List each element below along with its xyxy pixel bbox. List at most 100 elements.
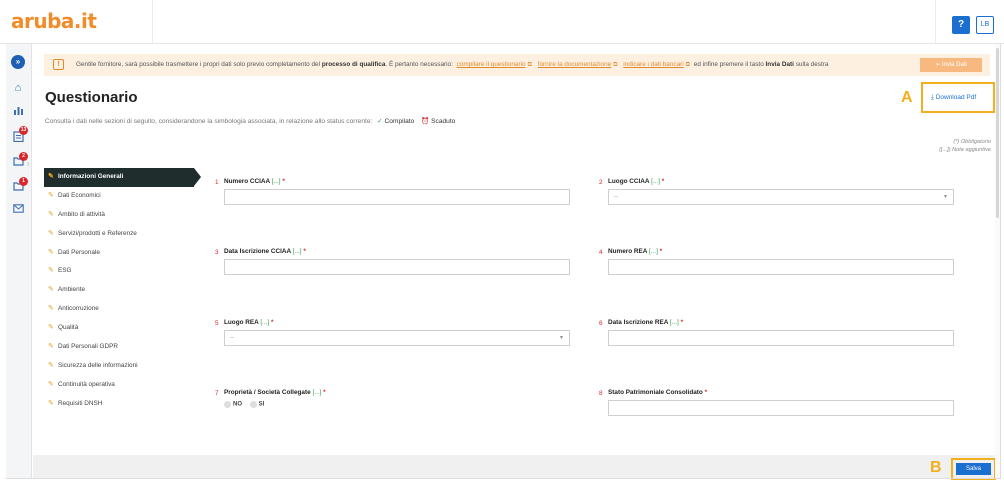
nav-item[interactable]: ✎ ESG <box>44 262 204 281</box>
pencil-icon: ✎ <box>48 361 54 369</box>
home-icon[interactable]: ⌂ <box>11 81 25 95</box>
nav-item[interactable]: ✎ Continuità operativa <box>44 376 204 395</box>
notice-text: Gentile fornitore, sarà possibile trasme… <box>76 61 829 68</box>
page-subtitle: Consulta i dati nelle sezioni di seguito… <box>45 118 456 125</box>
send-icon: ➢ <box>935 62 942 68</box>
pencil-icon: ✎ <box>48 324 54 332</box>
nav-item[interactable]: ✎ Ambito di attività <box>44 206 204 225</box>
alert-icon: ! <box>53 59 64 70</box>
annotation-marker-a: A <box>901 89 913 106</box>
notification-badge: 13 <box>19 126 28 135</box>
field-luogo-cciaa: 2 Luogo CCIAA [...] * -- ▼ <box>599 178 954 205</box>
stato-patrimoniale-input[interactable] <box>608 400 954 416</box>
pencil-icon: ✎ <box>48 399 54 407</box>
help-button[interactable]: ? <box>952 16 970 34</box>
provide-documents-link[interactable]: fornire la documentazione <box>538 61 612 68</box>
download-pdf-button[interactable]: ⤓ Download Pdf <box>931 94 976 102</box>
pencil-icon: ✎ <box>48 380 54 388</box>
nav-item-label: ESG <box>58 267 72 275</box>
aruba-logo[interactable]: aruba.it <box>11 9 97 33</box>
pencil-icon: ✎ <box>48 286 54 294</box>
nav-item-label: Ambiente <box>58 286 85 294</box>
legend-notes: ([...]) Note aggiuntive <box>939 147 991 153</box>
data-iscrizione-rea-input[interactable] <box>608 330 954 346</box>
nav-item[interactable]: ✎ Qualità <box>44 319 204 338</box>
caret-down-icon: ▼ <box>559 335 564 341</box>
field-luogo-rea: 5 Luogo REA [...] * -- ▼ <box>215 319 570 346</box>
alarm-clock-icon: ⏰ <box>421 118 430 125</box>
pencil-icon: ✎ <box>48 210 54 218</box>
nav-item[interactable]: ✎ Servizi/prodotti e Referenze <box>44 225 204 244</box>
field-data-iscrizione-cciaa: 3 Data Iscrizione CCIAA [...] * <box>215 248 570 275</box>
pencil-icon: ✎ <box>48 343 54 351</box>
mail-icon[interactable] <box>11 203 25 217</box>
nav-item-label: Continuità operativa <box>58 380 115 388</box>
bar-chart-icon[interactable] <box>11 105 25 119</box>
nav-item[interactable]: ✎ Requisiti DNSH <box>44 395 204 414</box>
status-compiled-label: Compilato <box>384 118 415 125</box>
frame-border <box>1000 44 1001 478</box>
pencil-icon: ✎ <box>48 191 54 199</box>
folder-icon[interactable]: 2 <box>11 152 28 170</box>
field-numero-rea: 4 Numero REA [...] * <box>599 248 954 275</box>
nav-item[interactable]: ✎ Dati Personale <box>44 244 204 263</box>
top-bar: aruba.it ? LB <box>0 0 1004 44</box>
luogo-cciaa-select[interactable]: -- ▼ <box>608 189 954 205</box>
nav-item-label: Servizi/prodotti e Referenze <box>58 229 137 237</box>
external-link-icon: ⧉ <box>685 62 690 68</box>
nav-item-label: Anticorruzione <box>58 305 99 313</box>
collegate-radio-group: NO SI <box>224 401 570 411</box>
scrollbar-thumb[interactable] <box>996 48 999 218</box>
notification-badge: 1 <box>19 177 28 186</box>
nav-item-label: Requisiti DNSH <box>58 399 103 407</box>
page-title: Questionario <box>45 89 138 106</box>
qualification-notice: ! Gentile fornitore, sarà possibile tras… <box>44 54 990 76</box>
nav-item[interactable]: ✎ Informazioni Generali <box>44 168 201 187</box>
nav-item[interactable]: ✎ Dati Economici <box>44 187 204 206</box>
numero-rea-input[interactable] <box>608 259 954 275</box>
nav-item-label: Sicurezza delle informazioni <box>58 361 138 369</box>
notification-badge: 2 <box>19 152 28 161</box>
data-iscrizione-cciaa-input[interactable] <box>224 259 570 275</box>
nav-item[interactable]: ✎ Ambiente <box>44 281 204 300</box>
nav-item-label: Dati Personale <box>58 248 100 256</box>
radio-no[interactable]: NO <box>224 401 242 408</box>
save-button[interactable]: Salva <box>956 463 991 475</box>
radio-si[interactable]: SI <box>249 401 264 408</box>
status-expired-label: Scaduto <box>431 118 456 125</box>
numero-cciaa-input[interactable] <box>224 189 570 205</box>
chevron-right-icon[interactable]: › <box>27 161 29 168</box>
frame-border <box>6 478 1001 479</box>
field-numero-cciaa: 1 Numero CCIAA [...] * <box>215 178 570 205</box>
luogo-rea-select[interactable]: -- ▼ <box>224 330 570 346</box>
external-link-icon: ⧉ <box>613 62 618 68</box>
field-proprieta-societa-collegate: 7 Proprietà / Società Collegate [...] * N… <box>215 389 570 411</box>
nav-item[interactable]: ✎ Sicurezza delle informazioni <box>44 357 204 376</box>
fill-questionnaire-link[interactable]: compilare il questionario <box>457 61 526 68</box>
legend: (*) Obbligatorio ([...]) Note aggiuntive <box>900 138 991 154</box>
user-avatar-button[interactable]: LB <box>976 16 994 34</box>
pencil-icon: ✎ <box>48 248 54 256</box>
check-icon: ✓ <box>377 118 383 125</box>
caret-down-icon: ▼ <box>943 194 948 200</box>
folder-icon[interactable]: 1 <box>11 177 28 195</box>
nav-item-label: Informazioni Generali <box>58 173 124 180</box>
nav-item-label: Dati Personali GDPR <box>58 343 119 351</box>
pencil-icon: ✎ <box>48 305 54 313</box>
nav-item-label: Qualità <box>58 324 79 332</box>
bank-data-link[interactable]: indicare i dati bancari <box>623 61 683 68</box>
field-stato-patrimoniale-consolidato: 8 Stato Patrimoniale Consolidato * <box>599 389 954 416</box>
send-data-button[interactable]: ➢ Invia Dati <box>920 58 982 72</box>
nav-item[interactable]: ✎ Dati Personali GDPR <box>44 338 204 357</box>
field-data-iscrizione-rea: 6 Data Iscrizione REA [...] * <box>599 319 954 346</box>
clipboard-icon[interactable]: 13 <box>11 126 28 144</box>
legend-required: (*) Obbligatorio <box>953 139 991 145</box>
topbar-divider <box>935 0 936 44</box>
annotation-highlight-a: ⤓ Download Pdf <box>921 82 995 113</box>
nav-item-label: Ambito di attività <box>58 210 105 218</box>
footer-bar <box>33 455 995 478</box>
pencil-icon: ✎ <box>48 173 54 180</box>
nav-item[interactable]: ✎ Anticorruzione <box>44 300 204 319</box>
chevrons-right-icon[interactable]: » <box>11 55 25 69</box>
external-link-icon: ⧉ <box>527 62 532 68</box>
